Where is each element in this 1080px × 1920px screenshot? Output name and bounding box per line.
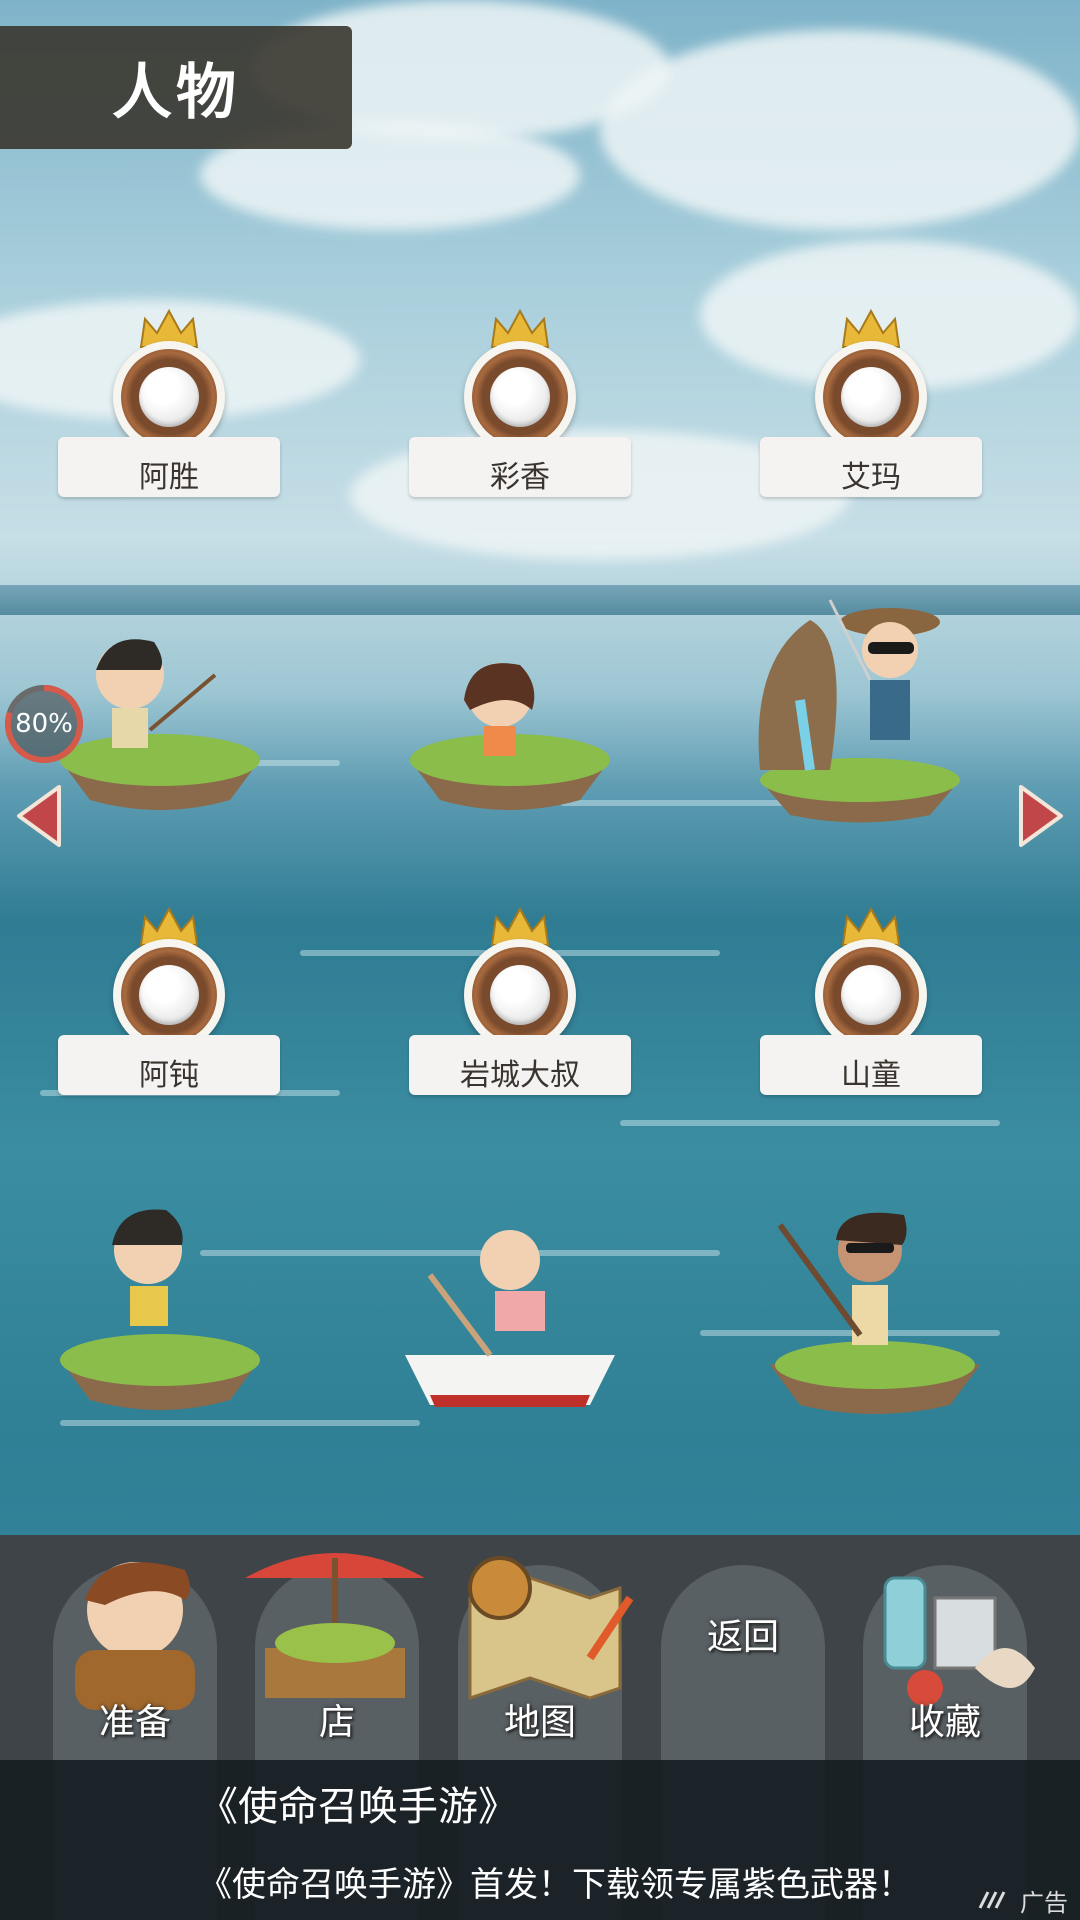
character-name: 阿钝 (139, 1058, 199, 1093)
boat-with-uncle[interactable] (400, 1215, 630, 1425)
island-with-bearded-man[interactable] (760, 1195, 990, 1430)
character-card-aima[interactable]: 艾玛 (760, 307, 982, 497)
island-with-small-boy[interactable] (50, 1190, 270, 1430)
page-title: 人物 (112, 58, 240, 128)
character-name: 山童 (841, 1058, 901, 1093)
market-stall-icon (245, 1553, 425, 1698)
character-card-caixiang[interactable]: 彩香 (409, 307, 631, 497)
island-with-girl[interactable] (400, 650, 620, 830)
screen-title-panel: 人物 (0, 26, 352, 149)
nav-collection-label: 收藏 (908, 1702, 981, 1743)
progress-value: 80% (15, 709, 73, 739)
nav-back-label: 返回 (706, 1617, 779, 1658)
character-name-plate: 山童 (760, 1035, 982, 1095)
island-with-explorer[interactable] (740, 580, 980, 830)
ad-badge: 广告 (1020, 1889, 1068, 1917)
character-card-asheng[interactable]: 阿胜 (58, 307, 280, 497)
character-card-shantong[interactable]: 山童 (760, 905, 982, 1095)
ad-title[interactable]: 《使命召唤手游》 (198, 1774, 518, 1832)
nav-map-label: 地图 (503, 1702, 576, 1743)
ad-network-logo-icon (978, 1891, 1006, 1909)
ad-description[interactable]: 《使命召唤手游》首发！下载领专属紫色武器！ (198, 1857, 912, 1906)
character-card-adun[interactable]: 阿钝 (58, 905, 280, 1095)
next-page-arrow-icon[interactable] (1016, 783, 1066, 849)
character-name-plate: 艾玛 (760, 437, 982, 497)
character-card-iwaki-uncle[interactable]: 岩城大叔 (409, 905, 631, 1095)
character-name-plate: 阿胜 (58, 437, 280, 497)
character-name-plate: 彩香 (409, 437, 631, 497)
character-name: 阿胜 (139, 460, 199, 495)
character-name-plate: 阿钝 (58, 1035, 280, 1095)
character-name: 岩城大叔 (460, 1058, 580, 1093)
nav-shop-label: 店 (318, 1702, 355, 1743)
previous-page-arrow-icon[interactable] (14, 783, 64, 849)
character-name-plate: 岩城大叔 (409, 1035, 631, 1095)
nav-prepare-label: 准备 (98, 1702, 171, 1743)
character-name: 彩香 (490, 460, 550, 495)
map-compass-icon (468, 1556, 634, 1701)
character-name: 艾玛 (841, 460, 901, 495)
